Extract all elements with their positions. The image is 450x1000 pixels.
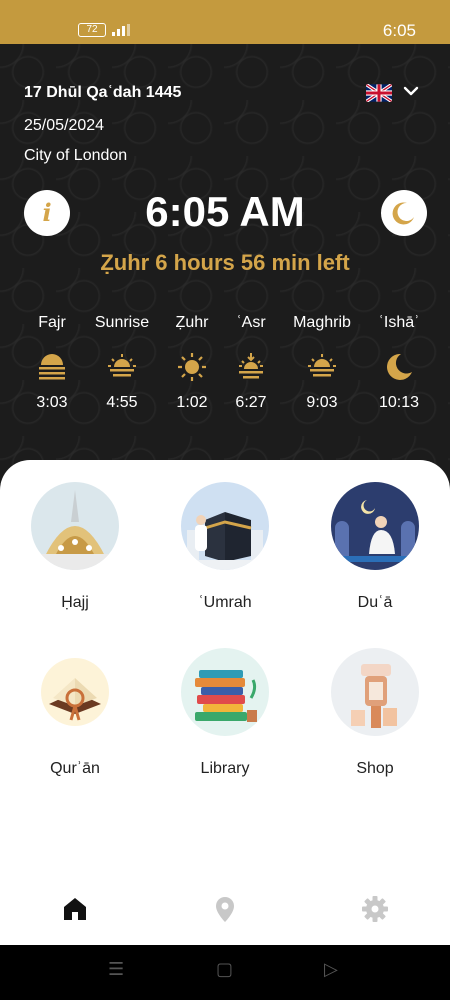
prayer-maghrib[interactable]: Maghrib 9:03	[282, 314, 362, 412]
menu-icon[interactable]: ☰	[108, 959, 124, 980]
prayer-sunrise[interactable]: Sunrise 4:55	[82, 314, 162, 412]
prayer-hero: 17 Dhūl Qaʿdah 1445 25/05/2024 City of L…	[0, 44, 450, 484]
status-bar: 72 6:05	[0, 0, 450, 44]
umrah-image	[181, 482, 269, 570]
shop-image	[331, 648, 419, 736]
prayer-time: 4:55	[106, 394, 138, 411]
tile-hajj[interactable]: Ḥajj	[15, 482, 135, 612]
prayer-name: ʿIshāʾ	[378, 314, 420, 331]
home-square-icon[interactable]: ▢	[216, 959, 233, 980]
back-triangle-icon[interactable]: ▷	[324, 959, 338, 980]
dua-image	[331, 482, 419, 570]
prayer-time: 3:03	[36, 394, 68, 411]
theme-toggle-button[interactable]	[381, 190, 427, 236]
features-sheet: Ḥajj ʿUmrah Duʿā Qurʾān Library Shop	[0, 460, 450, 945]
city-name[interactable]: City of London	[24, 147, 127, 165]
chevron-down-icon[interactable]	[402, 82, 420, 105]
info-icon: i	[42, 198, 52, 227]
prayer-name: ʿAsr	[236, 314, 266, 331]
asr-icon	[211, 352, 291, 382]
prayer-time: 9:03	[306, 394, 338, 411]
hijri-date: 17 Dhūl Qaʿdah 1445	[24, 84, 182, 101]
battery-icon: 72	[78, 23, 106, 37]
quran-image	[31, 648, 119, 736]
bottom-nav	[0, 880, 450, 940]
info-button[interactable]: i	[24, 190, 70, 236]
prayer-name: Maghrib	[293, 314, 351, 331]
gear-icon[interactable]	[360, 894, 390, 924]
tile-label: Duʿā	[357, 594, 393, 611]
tile-label: Ḥajj	[61, 594, 89, 611]
prayer-isha[interactable]: ʿIshāʾ 10:13	[359, 314, 439, 412]
home-icon[interactable]	[60, 894, 90, 924]
tile-umrah[interactable]: ʿUmrah	[165, 482, 285, 612]
fajr-icon	[12, 352, 92, 382]
tile-library[interactable]: Library	[165, 648, 285, 778]
tile-label: Library	[200, 760, 250, 777]
gregorian-date: 25/05/2024	[24, 117, 105, 134]
signal-icon	[112, 24, 130, 36]
tile-label: Shop	[356, 760, 394, 777]
system-nav-bar: ☰ ▢ ▷	[0, 945, 450, 1000]
sunset-icon	[282, 352, 362, 382]
prayer-time: 10:13	[378, 394, 420, 411]
prayer-time: 6:27	[235, 394, 267, 411]
prayer-asr[interactable]: ʿAsr 6:27	[211, 314, 291, 412]
sunrise-icon	[82, 352, 162, 382]
prayer-name: Sunrise	[94, 314, 150, 331]
library-image	[181, 648, 269, 736]
prayer-name: Fajr	[38, 314, 66, 331]
location-pin-icon[interactable]	[210, 894, 240, 924]
crescent-moon-icon	[359, 352, 439, 382]
uk-flag-icon[interactable]	[366, 84, 392, 102]
moon-icon	[392, 202, 414, 225]
battery-level: 72	[86, 24, 98, 35]
tile-label: ʿUmrah	[198, 594, 252, 611]
prayer-times-row: Fajr 3:03 Sunrise 4:55 Ẓuhr 1:02 ʿAsr 6:…	[0, 314, 450, 424]
status-time: 6:05	[382, 21, 416, 40]
tile-label: Qurʾān	[50, 760, 100, 777]
next-prayer-countdown: Ẓuhr 6 hours 56 min left	[100, 250, 350, 275]
tile-quran[interactable]: Qurʾān	[15, 648, 135, 778]
prayer-fajr[interactable]: Fajr 3:03	[12, 314, 92, 412]
tile-shop[interactable]: Shop	[315, 648, 435, 778]
tile-dua[interactable]: Duʿā	[315, 482, 435, 612]
hajj-image	[31, 482, 119, 570]
